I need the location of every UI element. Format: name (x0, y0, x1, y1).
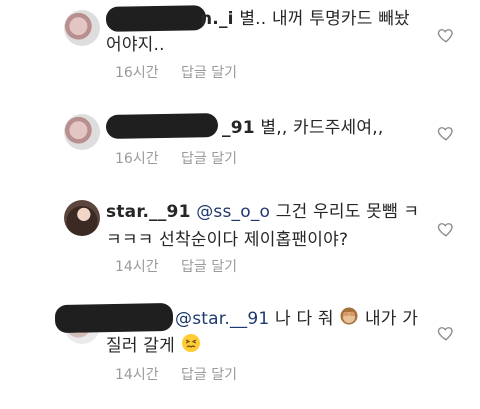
comment-4: @star.__91 나 다 줘 내가 가 질러 갈게 14시간 답글 달기 (0, 290, 480, 409)
reply-button[interactable]: 답글 달기 (181, 367, 237, 383)
persevering-face-emoji-icon (181, 333, 201, 361)
comment-line-1: _91 별,, 카드주세여,, (222, 118, 384, 138)
reply-button[interactable]: 답글 달기 (181, 65, 237, 81)
comment-username[interactable]: star.__91 (106, 202, 191, 222)
commenter-avatar[interactable] (64, 10, 100, 46)
like-heart-icon[interactable] (437, 124, 455, 142)
like-heart-icon[interactable] (437, 324, 455, 342)
comment-line-2: ㅋㅋㅋ 선착순이다 제이홉팬이야? (106, 230, 349, 250)
reply-button[interactable]: 답글 달기 (181, 151, 237, 167)
comment-meta: 16시간 답글 달기 (115, 148, 255, 168)
comment-mention[interactable]: @star.__91 (175, 309, 269, 329)
comment-3: star.__91 @ss_o_o 그건 우리도 못뺌 ㅋ ㅋㅋㅋ 선착순이다 … (0, 190, 480, 290)
comment-meta: 14시간 답글 달기 (115, 364, 255, 384)
redacted-username (54, 302, 174, 334)
comment-line-1: star.__91 @ss_o_o 그건 우리도 못뺌 ㅋ (106, 202, 420, 222)
comment-username[interactable]: n._i (200, 9, 234, 29)
commenter-avatar[interactable] (64, 114, 100, 150)
monkey-emoji-icon (339, 306, 359, 334)
comment-time: 16시간 (115, 151, 159, 167)
redacted-username (105, 5, 207, 32)
comment-meta: 16시간 답글 달기 (115, 62, 255, 82)
commenter-avatar[interactable] (64, 200, 100, 236)
like-heart-icon[interactable] (437, 26, 455, 44)
redacted-username (105, 113, 219, 139)
reply-button[interactable]: 답글 달기 (181, 259, 237, 275)
comment-line-2: 질러 갈게 (106, 333, 201, 361)
comment-line-1: n._i 별.. 내꺼 투명카드 빼놨 (200, 9, 410, 29)
comment-mention[interactable]: @ss_o_o (196, 202, 270, 222)
comment-line-2: 어야지.. (106, 35, 165, 55)
comment-1: n._i 별.. 내꺼 투명카드 빼놨 어야지.. 16시간 답글 달기 (0, 0, 480, 100)
comment-2: _91 별,, 카드주세여,, 16시간 답글 달기 (0, 100, 480, 190)
comment-time: 16시간 (115, 65, 159, 81)
comment-time: 14시간 (115, 259, 159, 275)
comment-line-1: @star.__91 나 다 줘 내가 가 (175, 306, 418, 334)
comment-meta: 14시간 답글 달기 (115, 256, 255, 276)
comment-username[interactable]: _91 (222, 118, 255, 138)
comment-time: 14시간 (115, 367, 159, 383)
like-heart-icon[interactable] (437, 220, 455, 238)
